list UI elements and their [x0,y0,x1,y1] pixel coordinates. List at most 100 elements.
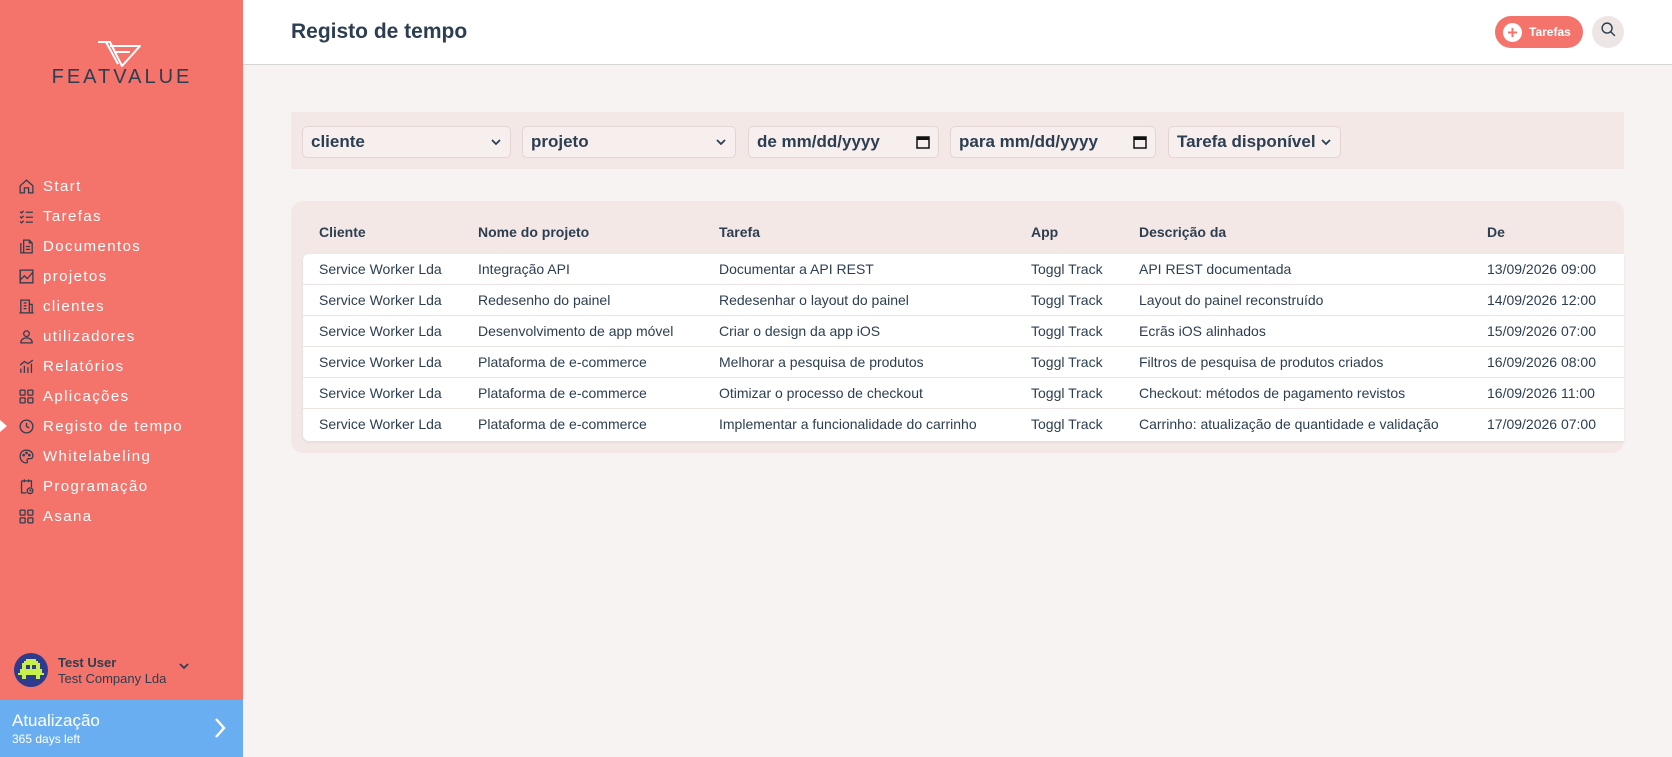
calendar-icon[interactable] [916,135,930,149]
table-row[interactable]: Service Worker Lda Plataforma de e-comme… [303,378,1624,409]
cell-de: 14/09/2026 12:00 [1487,292,1596,308]
apps-icon [17,387,35,405]
sidebar-item-aplicacoes[interactable]: Aplicações [0,381,243,411]
sidebar-item-label: projetos [43,267,108,285]
column-header-projeto[interactable]: Nome do projeto [478,224,589,240]
column-header-app[interactable]: App [1031,224,1058,240]
sidebar-item-registo-de-tempo[interactable]: Registo de tempo [0,411,243,441]
cell-de: 15/09/2026 07:00 [1487,323,1596,339]
sidebar-item-label: Asana [43,507,93,525]
date-from-value: de mm/dd/yyyy [757,132,880,151]
sidebar-item-start[interactable]: Start [0,171,243,201]
cell-tarefa: Documentar a API REST [719,261,874,277]
date-to-value: para mm/dd/yyyy [959,132,1098,151]
project-select[interactable]: projeto [522,126,736,158]
cell-descricao: Layout do painel reconstruído [1139,292,1324,308]
avatar [14,653,48,687]
column-header-cliente[interactable]: Cliente [319,224,366,240]
task-select-value: Tarefa disponível [1177,132,1316,151]
table-row[interactable]: Service Worker Lda Plataforma de e-comme… [303,409,1624,440]
chevron-right-icon [213,716,227,745]
search-icon [1600,21,1617,43]
user-icon [17,327,35,345]
calendar-clock-icon [17,477,35,495]
sidebar-item-label: Registo de tempo [43,417,183,435]
cell-projeto: Plataforma de e-commerce [478,354,647,370]
clock-icon [17,417,35,435]
cell-cliente: Service Worker Lda [319,385,442,401]
task-select[interactable]: Tarefa disponível [1168,126,1341,158]
sidebar-item-asana[interactable]: Asana [0,501,243,531]
cell-app: Toggl Track [1031,354,1103,370]
sidebar-item-utilizadores[interactable]: utilizadores [0,321,243,351]
time-entries-table: Cliente Nome do projeto Tarefa App Descr… [291,201,1624,453]
sidebar-item-tarefas[interactable]: Tarefas [0,201,243,231]
filters-bar: cliente projeto de mm/dd/yyyy para mm/dd… [291,112,1624,169]
cell-app: Toggl Track [1031,416,1103,432]
cell-app: Toggl Track [1031,292,1103,308]
user-name: Test User [58,654,117,670]
sidebar-item-documentos[interactable]: Documentos [0,231,243,261]
cell-tarefa: Otimizar o processo de checkout [719,385,923,401]
cell-descricao: Filtros de pesquisa de produtos criados [1139,354,1384,370]
sidebar-item-label: Start [43,177,82,195]
user-company: Test Company Lda [58,670,167,686]
cell-cliente: Service Worker Lda [319,416,442,432]
cell-descricao: Checkout: métodos de pagamento revistos [1139,385,1406,401]
cell-tarefa: Criar o design da app iOS [719,323,881,339]
column-header-tarefa[interactable]: Tarefa [719,224,760,240]
sidebar-item-label: Tarefas [43,207,102,225]
chevron-down-icon [490,136,502,148]
logo-text: FEATVALUE [51,66,193,88]
client-select[interactable]: cliente [302,126,511,158]
sidebar-item-clientes[interactable]: clientes [0,291,243,321]
home-icon [17,177,35,195]
chart-icon [17,267,35,285]
sidebar-item-programacao[interactable]: Programação [0,471,243,501]
cell-de: 13/09/2026 09:00 [1487,261,1596,277]
sidebar-item-relatorios[interactable]: Relatórios [0,351,243,381]
cell-cliente: Service Worker Lda [319,292,442,308]
date-from-input[interactable]: de mm/dd/yyyy [748,126,939,158]
sidebar-item-label: Whitelabeling [43,447,152,465]
featvalue-logo[interactable]: FEATVALUE [36,40,208,90]
sidebar-item-projetos[interactable]: projetos [0,261,243,291]
chevron-down-icon [715,136,727,148]
sidebar-item-label: utilizadores [43,327,136,345]
table-row[interactable]: Service Worker Lda Desenvolvimento de ap… [303,316,1624,347]
cell-projeto: Integração API [478,261,570,277]
upgrade-banner[interactable]: Atualização 365 days left [0,700,243,757]
sidebar-item-label: Programação [43,477,149,495]
apps-icon [17,507,35,525]
table-row[interactable]: Service Worker Lda Redesenho do painel R… [303,285,1624,316]
cell-cliente: Service Worker Lda [319,354,442,370]
cell-app: Toggl Track [1031,261,1103,277]
add-task-button[interactable]: Tarefas [1495,16,1583,48]
sidebar-nav: Start Tarefas Documentos projetos client… [0,171,243,531]
search-button[interactable] [1592,16,1624,48]
sidebar-item-label: Documentos [43,237,142,255]
cell-descricao: Ecrãs iOS alinhados [1139,323,1266,339]
chevron-down-icon[interactable] [178,659,190,677]
sidebar-item-whitelabeling[interactable]: Whitelabeling [0,441,243,471]
cell-projeto: Desenvolvimento de app móvel [478,323,674,339]
top-header: Registo de tempo Tarefas [243,0,1672,65]
sidebar-item-label: clientes [43,297,106,315]
table-row[interactable]: Service Worker Lda Integração API Docume… [303,254,1624,285]
cell-projeto: Plataforma de e-commerce [478,416,647,432]
cell-de: 16/09/2026 11:00 [1487,385,1595,401]
table-row[interactable]: Service Worker Lda Plataforma de e-comme… [303,347,1624,378]
cell-de: 16/09/2026 08:00 [1487,354,1596,370]
cell-projeto: Plataforma de e-commerce [478,385,647,401]
table-header: Cliente Nome do projeto Tarefa App Descr… [291,201,1624,254]
add-task-label: Tarefas [1529,25,1571,39]
cell-cliente: Service Worker Lda [319,323,442,339]
date-to-input[interactable]: para mm/dd/yyyy [950,126,1156,158]
cell-app: Toggl Track [1031,323,1103,339]
calendar-icon[interactable] [1133,135,1147,149]
column-header-de[interactable]: De [1487,224,1505,240]
user-menu[interactable]: Test User Test Company Lda [14,650,234,690]
cell-tarefa: Implementar a funcionalidade do carrinho [719,416,977,432]
cell-de: 17/09/2026 07:00 [1487,416,1596,432]
column-header-descricao[interactable]: Descrição da [1139,224,1226,240]
